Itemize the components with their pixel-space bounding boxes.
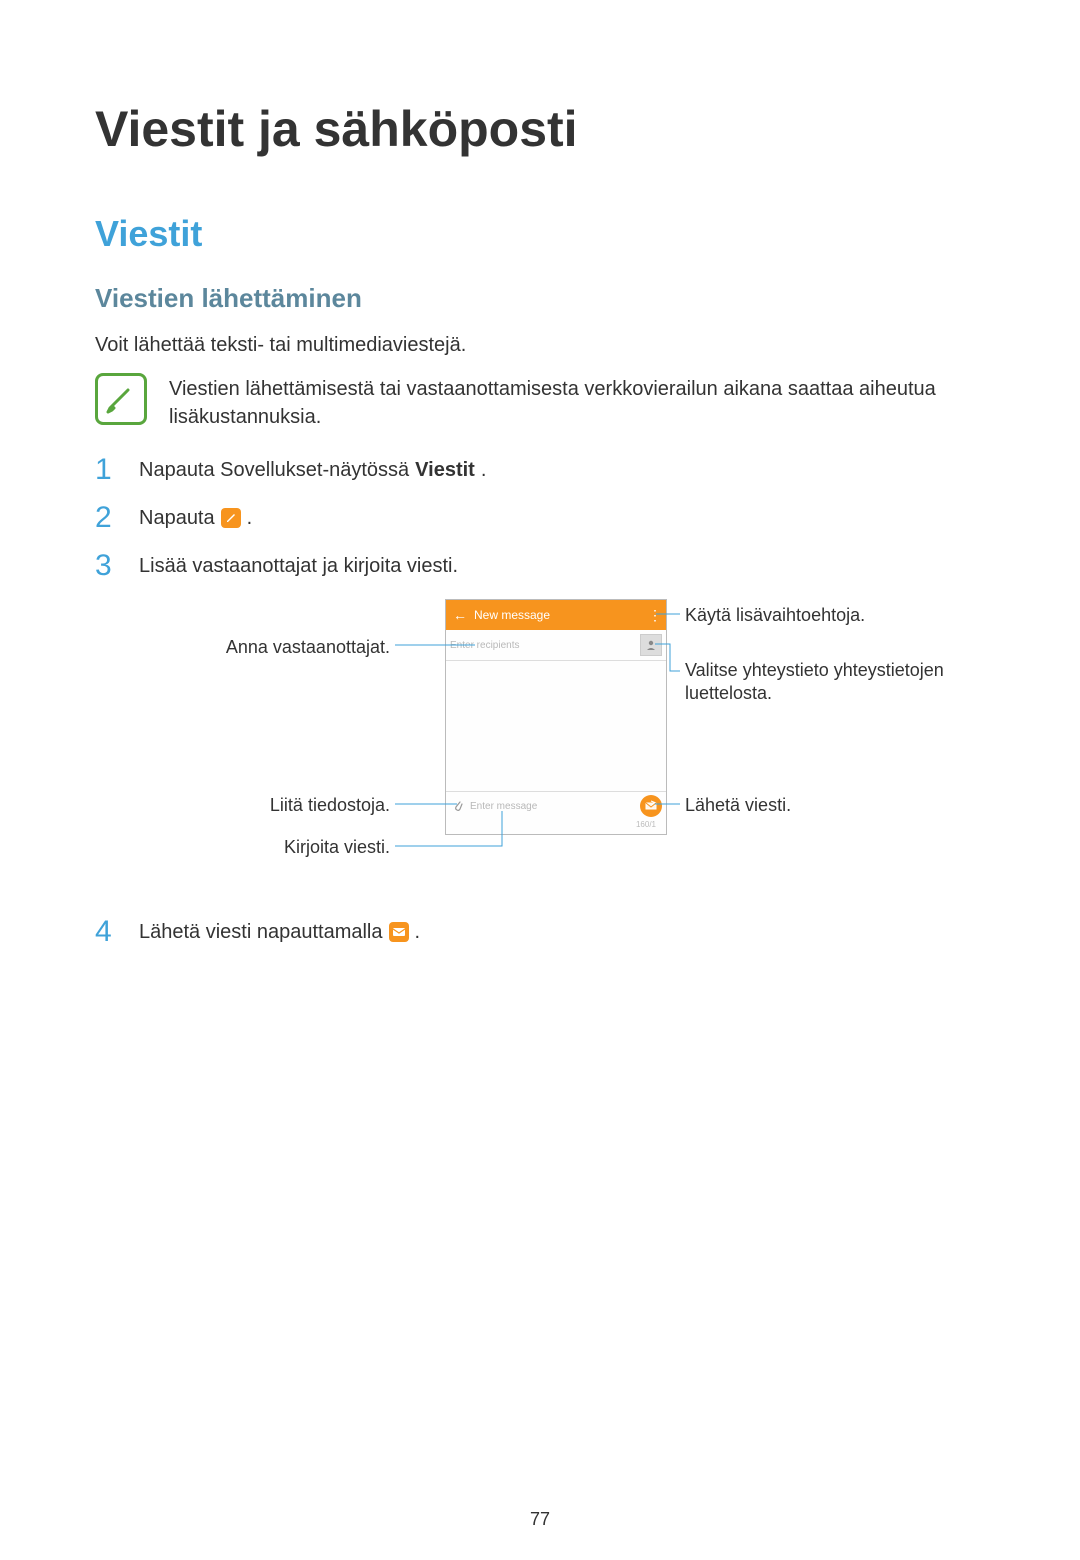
- step-number: 3: [95, 551, 115, 581]
- recipients-field[interactable]: Enter recipients: [446, 630, 666, 661]
- phone-mockup: ← New message ⋮ Enter recipients Enter m…: [445, 599, 667, 835]
- message-body-area: [446, 661, 666, 791]
- phone-header: ← New message ⋮: [446, 600, 666, 630]
- callout-more: Käytä lisävaihtoehtoja.: [685, 604, 965, 627]
- step-number: 4: [95, 917, 115, 947]
- message-input[interactable]: Enter message: [470, 801, 640, 812]
- step-number: 2: [95, 503, 115, 533]
- step-text: Napauta .: [139, 505, 252, 532]
- note-text: Viestien lähettämisestä tai vastaanottam…: [169, 373, 985, 431]
- step-text: Napauta Sovellukset-näytössä Viestit.: [139, 457, 486, 484]
- header-title: New message: [474, 608, 644, 622]
- compose-icon: [221, 508, 241, 528]
- callout-recipients: Anna vastaanottajat.: [185, 636, 390, 659]
- step-4: 4 Lähetä viesti napauttamalla .: [95, 917, 985, 947]
- step-text: Lisää vastaanottajat ja kirjoita viesti.: [139, 553, 458, 580]
- back-icon[interactable]: ←: [446, 607, 474, 623]
- contacts-button[interactable]: [640, 634, 662, 656]
- section-title: Viestit: [95, 213, 985, 255]
- page-title: Viestit ja sähköposti: [95, 100, 985, 158]
- more-icon[interactable]: ⋮: [644, 607, 666, 624]
- message-input-row: Enter message: [446, 791, 666, 820]
- step-1: 1 Napauta Sovellukset-näytössä Viestit.: [95, 455, 985, 485]
- note-block: Viestien lähettämisestä tai vastaanottam…: [95, 373, 985, 431]
- callout-attach: Liitä tiedostoja.: [220, 794, 390, 817]
- send-icon: [389, 922, 409, 942]
- intro-paragraph: Voit lähettää teksti- tai multimediavies…: [95, 332, 985, 359]
- step-text: Lähetä viesti napauttamalla .: [139, 919, 420, 946]
- callout-send: Lähetä viesti.: [685, 794, 885, 817]
- recipients-placeholder: Enter recipients: [450, 640, 519, 651]
- figure: ← New message ⋮ Enter recipients Enter m…: [95, 599, 985, 889]
- callout-contacts: Valitse yhteystieto yhteystietojen luett…: [685, 659, 1005, 706]
- step-3: 3 Lisää vastaanottajat ja kirjoita viest…: [95, 551, 985, 581]
- step-2: 2 Napauta .: [95, 503, 985, 533]
- char-counter: 160/1: [446, 820, 666, 834]
- subsection-title: Viestien lähettäminen: [95, 283, 985, 314]
- send-button[interactable]: [640, 795, 662, 817]
- step-number: 1: [95, 455, 115, 485]
- note-icon: [95, 373, 147, 425]
- callout-write: Kirjoita viesti.: [225, 836, 390, 859]
- attach-button[interactable]: [450, 799, 466, 813]
